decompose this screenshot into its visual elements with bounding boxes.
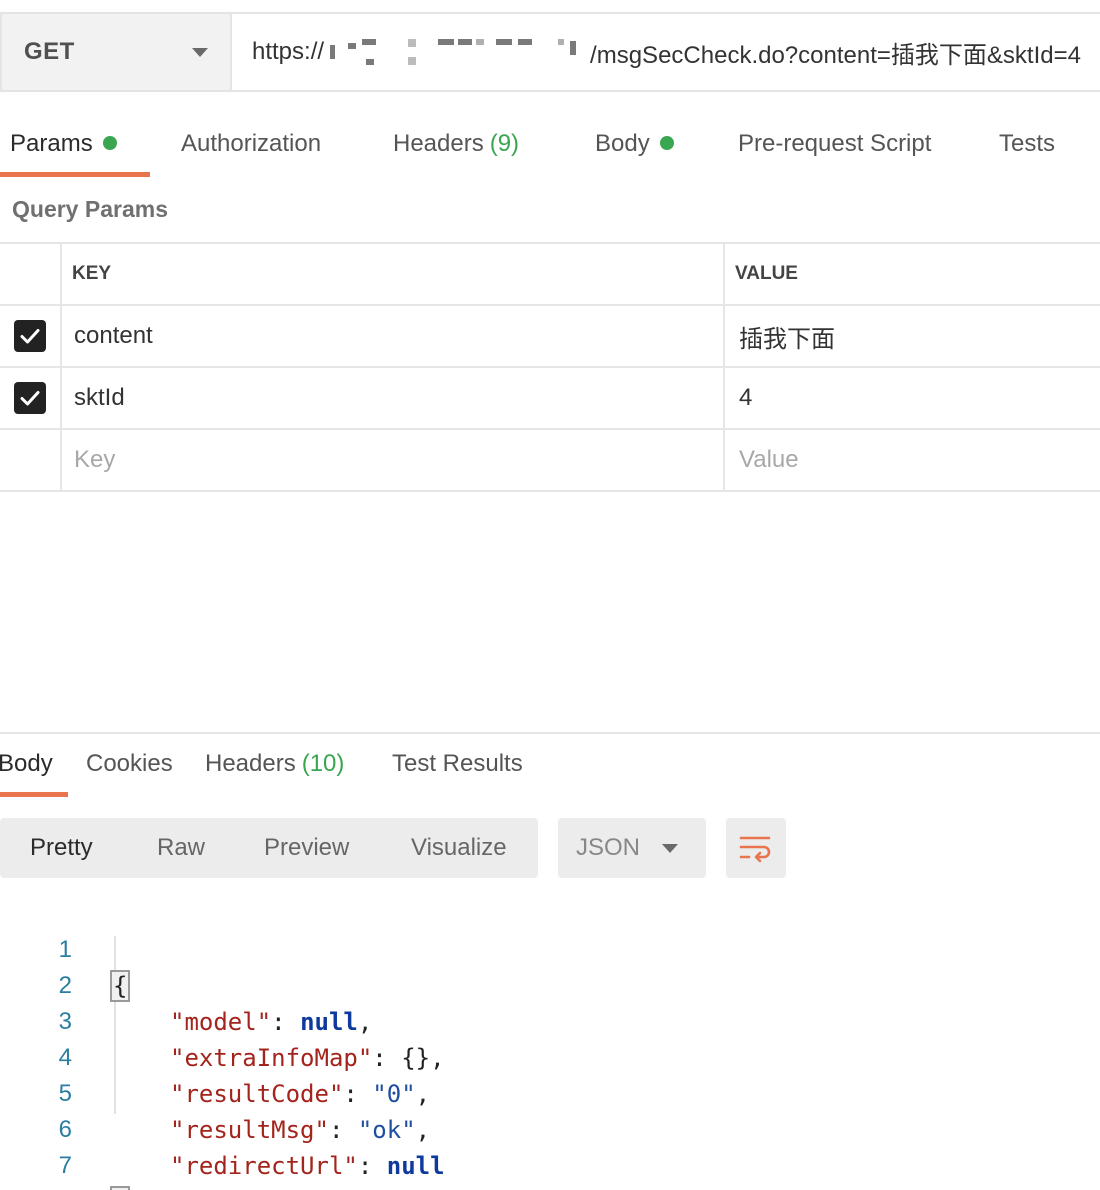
tab-headers-label: Headers xyxy=(393,130,484,157)
column-header-value: VALUE xyxy=(735,263,798,284)
url-input[interactable]: https:// /msgSecCheck.do?content=插我下面&sk… xyxy=(232,14,1100,90)
active-response-tab-indicator xyxy=(0,792,68,797)
format-select[interactable]: JSON xyxy=(558,818,706,878)
new-key-input[interactable]: Key xyxy=(62,430,725,490)
view-pretty-button[interactable]: Pretty xyxy=(30,818,93,878)
table-row: content 插我下面 xyxy=(0,306,1100,368)
json-key: "redirectUrl" xyxy=(170,1152,358,1180)
redacted-host xyxy=(326,37,588,67)
new-value-input[interactable]: Value xyxy=(725,430,1100,490)
tab-response-body-label: Body xyxy=(0,750,53,777)
tab-pre-request-label: Pre-request Script xyxy=(738,130,932,157)
row-checkbox-cell xyxy=(0,368,62,428)
query-params-title: Query Params xyxy=(12,196,168,222)
code-line: 4 "resultCode": "0", xyxy=(0,1004,1100,1108)
tab-headers[interactable]: Headers (9) xyxy=(393,130,519,158)
param-value-cell[interactable]: 插我下面 xyxy=(725,306,1100,366)
row-checkbox-cell xyxy=(0,430,62,490)
tab-test-results[interactable]: Test Results xyxy=(392,750,523,778)
status-dot-icon xyxy=(102,135,117,150)
format-select-label: JSON xyxy=(576,834,641,861)
wrap-lines-icon xyxy=(739,836,771,863)
code-line: 1 { xyxy=(0,896,1100,1002)
query-params-table: KEY VALUE content 插我下面 sktId 4 Key Value xyxy=(0,242,1100,492)
view-mode-group: Pretty Raw Preview Visualize xyxy=(0,818,538,878)
code-line: 5 "resultMsg": "ok", xyxy=(0,1040,1100,1144)
response-body-code: 1 { 2 "model": null, 3 "extraInfoMap": {… xyxy=(0,896,1100,1190)
tab-response-headers-label: Headers xyxy=(205,750,296,777)
param-value-cell[interactable]: 4 xyxy=(725,368,1100,428)
checkbox-column-header xyxy=(0,244,62,304)
request-tabs: Params Authorization Headers (9) Body Pre… xyxy=(0,120,1100,180)
response-tabs: Body Cookies Headers (10) Test Results xyxy=(0,740,1100,800)
tab-tests-label: Tests xyxy=(999,130,1056,157)
code-line: 3 "extraInfoMap": {}, xyxy=(0,968,1100,1072)
tab-tests[interactable]: Tests xyxy=(999,130,1055,158)
column-header-key: KEY xyxy=(62,244,725,304)
param-enabled-checkbox[interactable] xyxy=(14,382,46,414)
param-enabled-checkbox[interactable] xyxy=(14,320,46,352)
tab-test-results-label: Test Results xyxy=(392,750,523,777)
tab-authorization-label: Authorization xyxy=(181,130,322,157)
code-line: 6 "redirectUrl": null xyxy=(0,1076,1100,1180)
checkmark-icon xyxy=(20,391,40,406)
tab-body[interactable]: Body xyxy=(595,130,674,158)
view-raw-button[interactable]: Raw xyxy=(157,818,205,878)
request-bar: GET https:// /msgSecCheck.do?content=插我下… xyxy=(0,12,1100,92)
table-header-row: KEY VALUE xyxy=(0,244,1100,306)
url-prefix: https:// xyxy=(252,38,325,65)
view-visualize-button[interactable]: Visualize xyxy=(411,818,507,878)
tab-response-body[interactable]: Body xyxy=(0,750,53,778)
tab-params-label: Params xyxy=(10,130,93,157)
chevron-down-icon xyxy=(192,47,208,57)
param-key-cell[interactable]: sktId xyxy=(62,368,725,428)
wrap-lines-button[interactable] xyxy=(726,818,786,878)
chevron-down-icon xyxy=(662,843,678,853)
tab-pre-request-script[interactable]: Pre-request Script xyxy=(738,130,931,158)
param-key-cell[interactable]: content xyxy=(62,306,725,366)
url-path: /msgSecCheck.do?content=插我下面&sktId=4 xyxy=(590,41,1081,69)
code-line: 2 "model": null, xyxy=(0,932,1100,1036)
method-select[interactable]: GET xyxy=(2,14,232,90)
table-row: sktId 4 xyxy=(0,368,1100,430)
response-headers-count-badge: (10) xyxy=(301,750,345,777)
tab-cookies-label: Cookies xyxy=(86,750,173,777)
headers-count-badge: (9) xyxy=(489,130,520,157)
tab-params[interactable]: Params xyxy=(10,130,117,158)
code-line: 7 } xyxy=(0,1112,1100,1190)
tab-response-headers[interactable]: Headers (10) xyxy=(205,750,344,778)
checkmark-icon xyxy=(20,329,40,344)
view-preview-button[interactable]: Preview xyxy=(264,818,349,878)
response-divider xyxy=(0,732,1100,734)
row-checkbox-cell xyxy=(0,306,62,366)
method-label: GET xyxy=(24,38,75,65)
status-dot-icon xyxy=(659,135,674,150)
table-row-new: Key Value xyxy=(0,430,1100,492)
line-number: 7 xyxy=(58,1152,72,1179)
tab-body-label: Body xyxy=(595,130,650,157)
json-value: null xyxy=(386,1152,445,1180)
tab-authorization[interactable]: Authorization xyxy=(181,130,321,158)
active-tab-indicator xyxy=(0,172,150,177)
tab-cookies[interactable]: Cookies xyxy=(86,750,173,778)
